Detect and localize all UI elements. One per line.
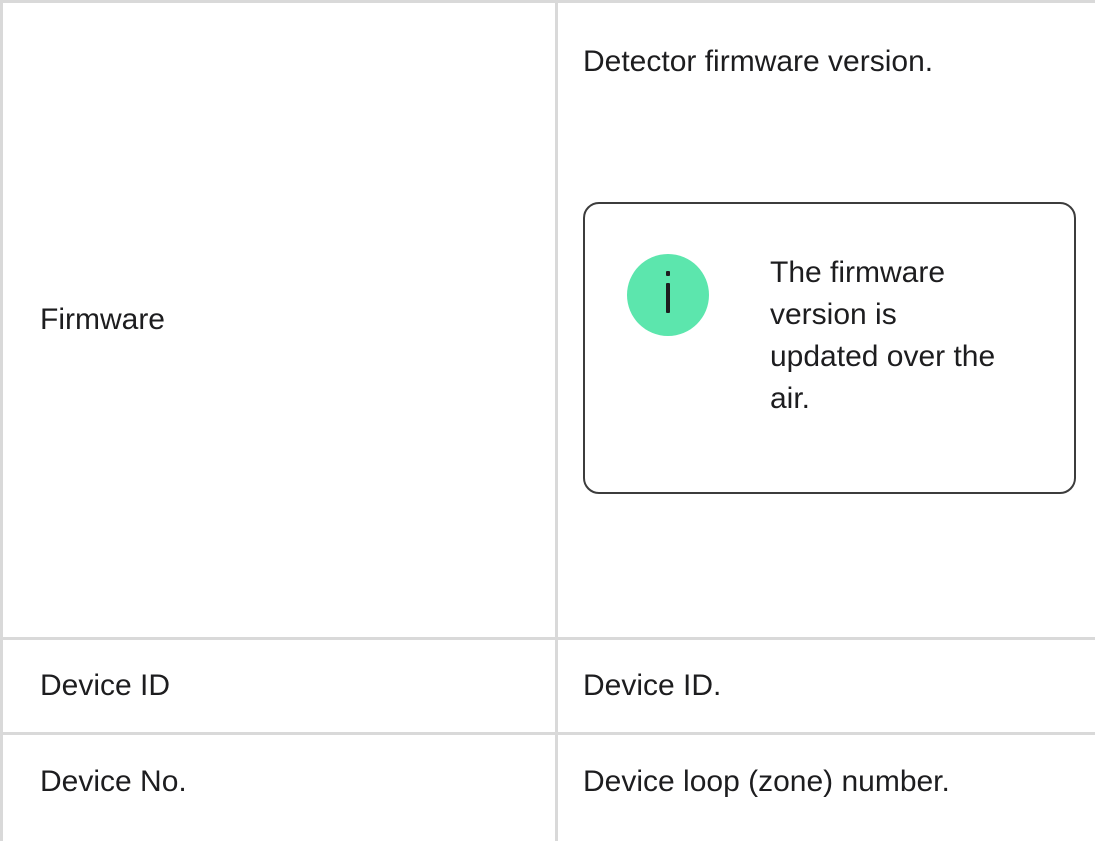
setting-name-device-id: Device ID [40,669,171,702]
setting-description-cell: Detector firmware version. The firmware … [555,0,1095,639]
info-icon [627,254,709,336]
setting-description-cell: Device loop (zone) number. [555,732,1095,841]
info-note-box: The firmware version is updated over the… [583,202,1076,494]
setting-description-device-no: Device loop (zone) number. [583,765,950,798]
setting-name-cell: Device No. [0,732,557,841]
setting-name-cell: Firmware [0,0,557,639]
setting-name-device-no: Device No. [40,765,187,798]
table-row-firmware: Firmware Detector firmware version. The … [0,0,1095,639]
settings-table-container: Firmware Detector firmware version. The … [0,0,1095,841]
setting-description-device-id: Device ID. [583,669,722,702]
setting-name-firmware: Firmware [40,303,165,336]
setting-description-firmware: Detector firmware version. [583,45,934,78]
setting-name-cell: Device ID [0,637,557,734]
info-note-text: The firmware version is updated over the… [770,256,996,415]
table-row-device-id: Device ID Device ID. [0,637,1095,734]
table-row-device-no: Device No. Device loop (zone) number. [0,732,1095,841]
settings-table: Firmware Detector firmware version. The … [0,0,1095,841]
setting-description-cell: Device ID. [555,637,1095,734]
